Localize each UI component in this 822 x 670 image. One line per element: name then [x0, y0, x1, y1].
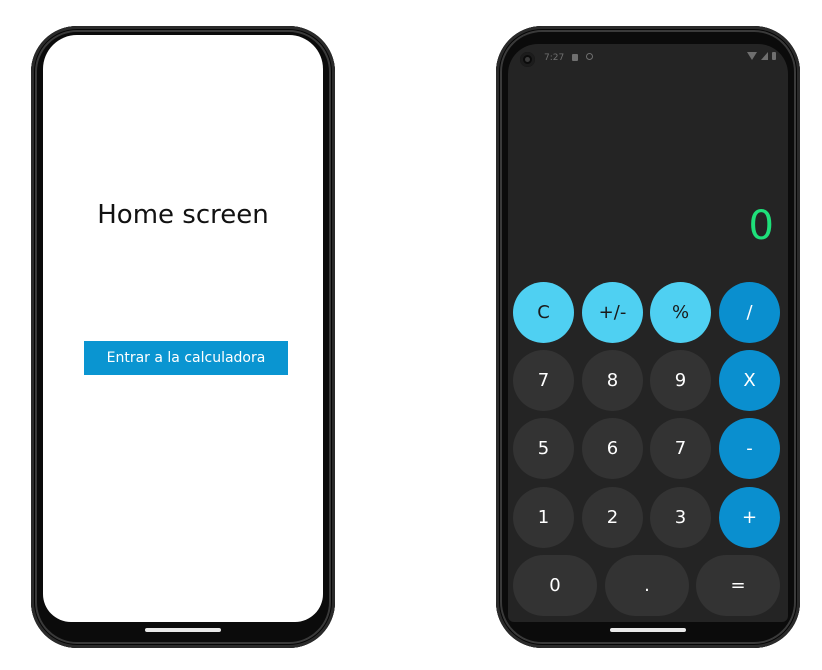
enter-calculator-button[interactable]: Entrar a la calculadora	[84, 341, 288, 375]
signal-icon	[761, 52, 768, 60]
key-percent[interactable]: %	[650, 282, 711, 343]
key-equals[interactable]: =	[696, 555, 780, 616]
calculator-screen: 7:27 0 C +/- % / 7 8 9 X 5 6 7 - 1 2 3 +	[508, 44, 788, 622]
key-8[interactable]: 8	[582, 350, 643, 411]
key-7[interactable]: 7	[513, 350, 574, 411]
calculator-display: 0	[748, 203, 774, 249]
key-plus[interactable]: +	[719, 487, 780, 548]
key-divide[interactable]: /	[719, 282, 780, 343]
key-clear[interactable]: C	[513, 282, 574, 343]
phone-frame-right: 7:27 0 C +/- % / 7 8 9 X 5 6 7 - 1 2 3 +	[496, 26, 800, 648]
wifi-icon	[747, 52, 757, 60]
key-7-second[interactable]: 7	[650, 418, 711, 479]
home-gesture-bar[interactable]	[145, 628, 221, 632]
status-circle-icon	[586, 53, 593, 60]
key-5[interactable]: 5	[513, 418, 574, 479]
key-multiply[interactable]: X	[719, 350, 780, 411]
key-3[interactable]: 3	[650, 487, 711, 548]
status-icons	[747, 52, 776, 60]
key-0[interactable]: 0	[513, 555, 597, 616]
front-camera-icon	[520, 52, 535, 67]
key-minus[interactable]: -	[719, 418, 780, 479]
notification-icon	[572, 54, 578, 61]
key-sign[interactable]: +/-	[582, 282, 643, 343]
status-bar: 7:27	[508, 44, 788, 72]
key-6[interactable]: 6	[582, 418, 643, 479]
key-dot[interactable]: .	[605, 555, 689, 616]
key-1[interactable]: 1	[513, 487, 574, 548]
phone-frame-left: Home screen Entrar a la calculadora	[31, 26, 335, 648]
key-2[interactable]: 2	[582, 487, 643, 548]
battery-icon	[772, 52, 776, 60]
home-gesture-bar-right[interactable]	[610, 628, 686, 632]
page-title: Home screen	[97, 200, 269, 230]
status-time: 7:27	[544, 53, 565, 63]
key-9[interactable]: 9	[650, 350, 711, 411]
home-screen: Home screen Entrar a la calculadora	[43, 35, 323, 622]
